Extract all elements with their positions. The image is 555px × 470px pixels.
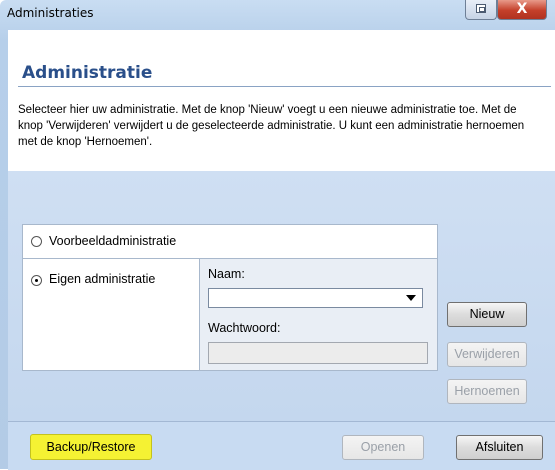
window-title: Administraties [7, 6, 94, 20]
naam-dropdown[interactable] [208, 288, 423, 308]
close-button[interactable]: X [497, 0, 547, 20]
voorbeeld-label[interactable]: Voorbeeldadministratie [49, 234, 176, 248]
options-area: Voorbeeldadministratie Eigen administrat… [8, 171, 555, 421]
naam-label: Naam: [208, 267, 245, 281]
administration-panel: Voorbeeldadministratie Eigen administrat… [22, 224, 438, 371]
dialog-client: Administratie Selecteer hier uw administ… [8, 30, 555, 470]
wachtwoord-field[interactable] [208, 342, 428, 364]
voorbeeld-radio[interactable] [31, 236, 42, 247]
nieuw-button[interactable]: Nieuw [447, 302, 527, 327]
restore-icon [476, 4, 486, 13]
eigen-label[interactable]: Eigen administratie [49, 272, 155, 286]
verwijderen-button[interactable]: Verwijderen [447, 342, 527, 367]
title-divider [18, 86, 551, 87]
dialog-footer: Backup/Restore Openen Afsluiten [8, 421, 555, 470]
close-icon: X [516, 1, 528, 17]
page-title: Administratie [22, 63, 153, 83]
afsluiten-button[interactable]: Afsluiten [456, 435, 543, 460]
backup-restore-button[interactable]: Backup/Restore [30, 434, 152, 460]
wachtwoord-label: Wachtwoord: [208, 321, 281, 335]
eigen-radio[interactable] [31, 275, 42, 286]
title-bar[interactable]: Administraties X [0, 0, 555, 26]
eigen-details: Naam: Wachtwoord: [200, 259, 437, 370]
restore-button[interactable] [465, 0, 497, 20]
hernoemen-button[interactable]: Hernoemen [447, 379, 527, 404]
description-text: Selecteer hier uw administratie. Met de … [18, 104, 525, 148]
dialog-header: Administratie Selecteer hier uw administ… [8, 30, 555, 171]
dropdown-arrow-icon[interactable] [406, 295, 416, 301]
openen-button[interactable]: Openen [342, 435, 424, 460]
voorbeeld-option[interactable]: Voorbeeldadministratie [23, 225, 437, 259]
eigen-option[interactable]: Eigen administratie [23, 259, 200, 370]
